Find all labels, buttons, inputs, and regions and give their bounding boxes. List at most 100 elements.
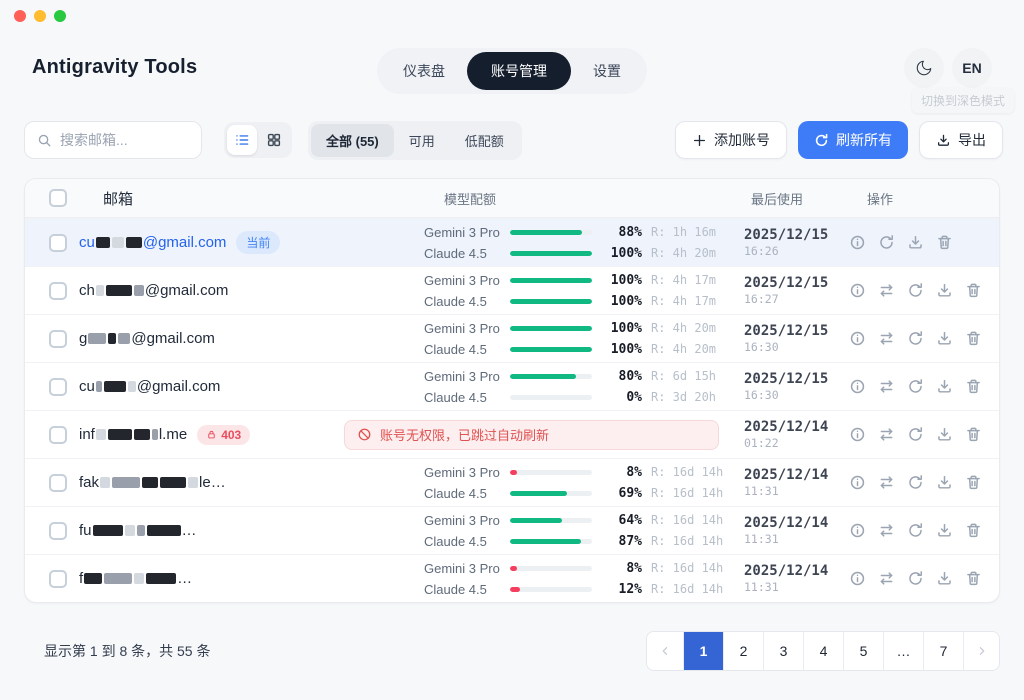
page-button-1[interactable]: 1 — [683, 632, 723, 670]
delete-button[interactable] — [965, 330, 982, 347]
ban-icon — [357, 427, 372, 442]
refresh-button[interactable] — [907, 282, 924, 299]
delete-button[interactable] — [965, 522, 982, 539]
download-button[interactable] — [936, 378, 953, 395]
select-all-checkbox[interactable] — [49, 189, 67, 207]
export-button[interactable]: 导出 — [919, 121, 1003, 159]
email-address[interactable]: fu… — [79, 522, 197, 539]
page-button-5[interactable]: 5 — [843, 632, 883, 670]
moon-icon — [915, 59, 933, 77]
switch-button[interactable] — [878, 522, 895, 539]
switch-button[interactable] — [878, 378, 895, 395]
add-account-button[interactable]: 添加账号 — [675, 121, 787, 159]
grid-view-button[interactable] — [259, 125, 289, 155]
refresh-button[interactable] — [907, 426, 924, 443]
switch-button[interactable] — [878, 570, 895, 587]
theme-toggle-button[interactable] — [904, 48, 944, 88]
refresh-button[interactable] — [907, 378, 924, 395]
info-button[interactable] — [849, 570, 866, 587]
info-button[interactable] — [849, 426, 866, 443]
page-button-3[interactable]: 3 — [763, 632, 803, 670]
delete-button[interactable] — [965, 426, 982, 443]
language-button[interactable]: EN — [952, 48, 992, 88]
model-name: Claude 4.5 — [424, 390, 510, 405]
filter-available[interactable]: 可用 — [394, 124, 450, 157]
table-header: 邮箱 模型配额 最后使用 操作 — [25, 179, 999, 218]
download-button[interactable] — [907, 234, 924, 251]
delete-button[interactable] — [936, 234, 953, 251]
prev-page-button[interactable] — [647, 632, 683, 670]
quota-percent: 8% — [592, 465, 642, 480]
refresh-all-button[interactable]: 刷新所有 — [798, 121, 908, 159]
page-ellipsis[interactable]: … — [883, 632, 923, 670]
redacted — [99, 474, 199, 491]
info-button[interactable] — [849, 378, 866, 395]
switch-button[interactable] — [878, 474, 895, 491]
info-button[interactable] — [849, 282, 866, 299]
info-icon — [849, 378, 866, 395]
swap-icon — [878, 282, 895, 299]
next-page-button[interactable] — [963, 632, 999, 670]
quota-bar — [510, 518, 592, 523]
quota-bar — [510, 374, 592, 379]
delete-button[interactable] — [965, 282, 982, 299]
row-checkbox[interactable] — [49, 474, 67, 492]
download-button[interactable] — [936, 570, 953, 587]
info-button[interactable] — [849, 474, 866, 491]
model-name: Gemini 3 Pro — [424, 273, 510, 288]
pagination: 1 2 3 4 5 … 7 — [646, 631, 1000, 671]
column-last-used: 最后使用 — [729, 189, 849, 208]
list-view-button[interactable] — [227, 125, 257, 155]
row-checkbox[interactable] — [49, 426, 67, 444]
last-used-time: 01:22 — [744, 436, 849, 450]
info-button[interactable] — [849, 330, 866, 347]
row-checkbox[interactable] — [49, 234, 67, 252]
table-row: cu@gmail.com Gemini 3 Pro80%R: 6d 15h Cl… — [25, 362, 999, 410]
row-checkbox[interactable] — [49, 378, 67, 396]
refresh-button[interactable] — [907, 570, 924, 587]
info-button[interactable] — [849, 234, 866, 251]
refresh-button[interactable] — [907, 522, 924, 539]
tab-accounts[interactable]: 账号管理 — [467, 52, 571, 90]
page-button-2[interactable]: 2 — [723, 632, 763, 670]
redacted — [95, 426, 159, 443]
download-button[interactable] — [936, 474, 953, 491]
email-address[interactable]: fakle… — [79, 474, 226, 491]
download-button[interactable] — [936, 426, 953, 443]
quota-bar — [510, 347, 592, 352]
delete-button[interactable] — [965, 570, 982, 587]
email-address[interactable]: cu@gmail.com — [79, 234, 226, 251]
email-address[interactable]: ch@gmail.com — [79, 282, 228, 299]
page-button-7[interactable]: 7 — [923, 632, 963, 670]
trash-icon — [965, 330, 982, 347]
download-button[interactable] — [936, 330, 953, 347]
row-checkbox[interactable] — [49, 330, 67, 348]
delete-button[interactable] — [965, 474, 982, 491]
switch-button[interactable] — [878, 282, 895, 299]
refresh-button[interactable] — [907, 330, 924, 347]
row-checkbox[interactable] — [49, 282, 67, 300]
page-button-4[interactable]: 4 — [803, 632, 843, 670]
filter-all[interactable]: 全部 (55) — [311, 124, 394, 157]
row-checkbox[interactable] — [49, 522, 67, 540]
delete-button[interactable] — [965, 378, 982, 395]
tab-settings[interactable]: 设置 — [571, 52, 643, 90]
refresh-button[interactable] — [878, 234, 895, 251]
refresh-button[interactable] — [907, 474, 924, 491]
last-used-time: 16:30 — [744, 388, 849, 402]
quota-remaining: R: 16d 14h — [651, 513, 723, 527]
row-checkbox[interactable] — [49, 570, 67, 588]
tab-dashboard[interactable]: 仪表盘 — [381, 52, 467, 90]
model-name: Claude 4.5 — [424, 294, 510, 309]
filter-low-quota[interactable]: 低配额 — [450, 124, 519, 157]
email-address[interactable]: infl.me — [79, 426, 187, 443]
download-button[interactable] — [936, 282, 953, 299]
info-button[interactable] — [849, 522, 866, 539]
download-button[interactable] — [936, 522, 953, 539]
email-address[interactable]: f… — [79, 570, 192, 587]
switch-button[interactable] — [878, 426, 895, 443]
switch-button[interactable] — [878, 330, 895, 347]
email-address[interactable]: g@gmail.com — [79, 330, 215, 347]
search-input[interactable] — [60, 132, 189, 148]
email-address[interactable]: cu@gmail.com — [79, 378, 220, 395]
